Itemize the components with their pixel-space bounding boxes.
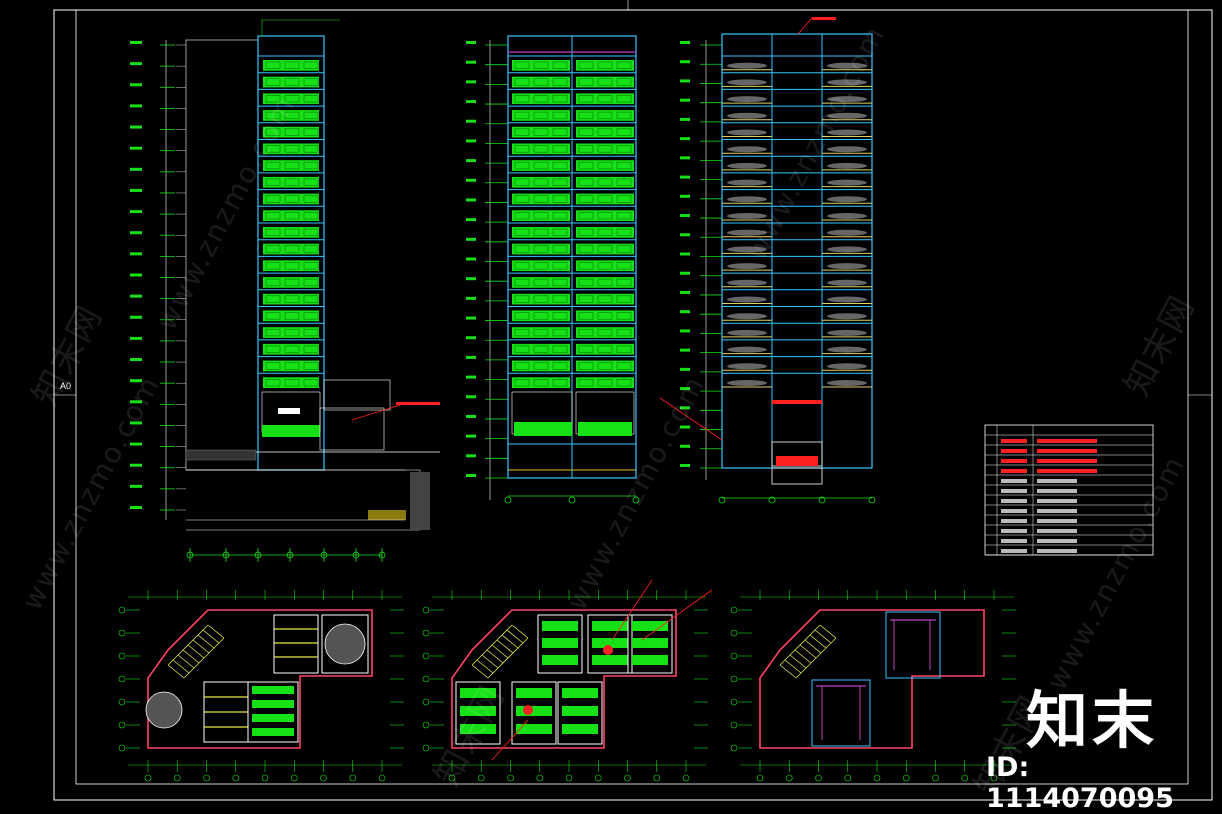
id-tag: ID: 1114070095: [986, 752, 1174, 814]
brand-logo: 知末: [1026, 684, 1159, 757]
